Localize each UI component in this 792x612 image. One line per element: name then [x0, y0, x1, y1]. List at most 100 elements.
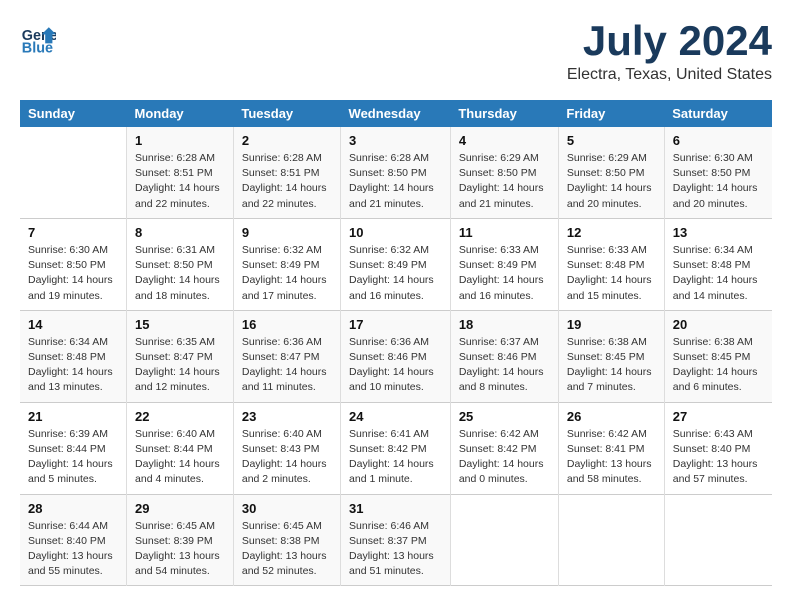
day-number: 31	[349, 501, 442, 516]
day-info: Sunrise: 6:42 AM Sunset: 8:41 PM Dayligh…	[567, 427, 656, 488]
day-header-sunday: Sunday	[20, 100, 127, 127]
day-number: 13	[673, 225, 764, 240]
day-info: Sunrise: 6:35 AM Sunset: 8:47 PM Dayligh…	[135, 335, 225, 396]
calendar-cell: 2 Sunrise: 6:28 AM Sunset: 8:51 PM Daylig…	[233, 127, 340, 218]
day-number: 18	[459, 317, 550, 332]
page-header: General Blue July 2024 Electra, Texas, U…	[20, 20, 772, 84]
day-info: Sunrise: 6:31 AM Sunset: 8:50 PM Dayligh…	[135, 243, 225, 304]
calendar-cell: 12 Sunrise: 6:33 AM Sunset: 8:48 PM Dayli…	[558, 218, 664, 310]
day-number: 5	[567, 133, 656, 148]
calendar-cell: 28Sunrise: 6:44 AM Sunset: 8:40 PM Dayli…	[20, 494, 127, 586]
day-info: Sunrise: 6:33 AM Sunset: 8:49 PM Dayligh…	[459, 243, 550, 304]
calendar-cell: 10 Sunrise: 6:32 AM Sunset: 8:49 PM Dayli…	[341, 218, 451, 310]
day-info: Sunrise: 6:28 AM Sunset: 8:51 PM Dayligh…	[242, 151, 332, 212]
calendar-cell: 29 Sunrise: 6:45 AM Sunset: 8:39 PM Dayli…	[127, 494, 234, 586]
day-number: 20	[673, 317, 764, 332]
day-number: 29	[135, 501, 225, 516]
calendar-week-row: 21 Sunrise: 6:39 AM Sunset: 8:44 PM Dayli…	[20, 402, 772, 494]
day-number: 7	[28, 225, 118, 240]
calendar-cell: 5 Sunrise: 6:29 AM Sunset: 8:50 PM Daylig…	[558, 127, 664, 218]
calendar-cell: 20Sunrise: 6:38 AM Sunset: 8:45 PM Dayli…	[664, 310, 772, 402]
calendar-week-row: 14Sunrise: 6:34 AM Sunset: 8:48 PM Dayli…	[20, 310, 772, 402]
day-header-wednesday: Wednesday	[341, 100, 451, 127]
day-info: Sunrise: 6:30 AM Sunset: 8:50 PM Dayligh…	[28, 243, 118, 304]
day-number: 2	[242, 133, 332, 148]
calendar-cell: 14Sunrise: 6:34 AM Sunset: 8:48 PM Dayli…	[20, 310, 127, 402]
day-info: Sunrise: 6:45 AM Sunset: 8:39 PM Dayligh…	[135, 519, 225, 580]
calendar-week-row: 1 Sunrise: 6:28 AM Sunset: 8:51 PM Daylig…	[20, 127, 772, 218]
day-info: Sunrise: 6:29 AM Sunset: 8:50 PM Dayligh…	[459, 151, 550, 212]
day-number: 12	[567, 225, 656, 240]
day-number: 6	[673, 133, 764, 148]
day-header-monday: Monday	[127, 100, 234, 127]
day-number: 3	[349, 133, 442, 148]
day-number: 1	[135, 133, 225, 148]
day-number: 16	[242, 317, 332, 332]
day-number: 28	[28, 501, 118, 516]
day-info: Sunrise: 6:45 AM Sunset: 8:38 PM Dayligh…	[242, 519, 332, 580]
day-number: 23	[242, 409, 332, 424]
calendar-cell: 23 Sunrise: 6:40 AM Sunset: 8:43 PM Dayli…	[233, 402, 340, 494]
day-number: 25	[459, 409, 550, 424]
day-number: 24	[349, 409, 442, 424]
day-info: Sunrise: 6:41 AM Sunset: 8:42 PM Dayligh…	[349, 427, 442, 488]
day-info: Sunrise: 6:39 AM Sunset: 8:44 PM Dayligh…	[28, 427, 118, 488]
day-info: Sunrise: 6:32 AM Sunset: 8:49 PM Dayligh…	[242, 243, 332, 304]
calendar-cell: 16Sunrise: 6:36 AM Sunset: 8:47 PM Dayli…	[233, 310, 340, 402]
calendar-cell: 7 Sunrise: 6:30 AM Sunset: 8:50 PM Daylig…	[20, 218, 127, 310]
calendar-cell: 11 Sunrise: 6:33 AM Sunset: 8:49 PM Dayli…	[450, 218, 558, 310]
calendar-cell: 15 Sunrise: 6:35 AM Sunset: 8:47 PM Dayli…	[127, 310, 234, 402]
calendar-cell: 24 Sunrise: 6:41 AM Sunset: 8:42 PM Dayli…	[341, 402, 451, 494]
calendar-cell	[664, 494, 772, 586]
day-info: Sunrise: 6:30 AM Sunset: 8:50 PM Dayligh…	[673, 151, 764, 212]
calendar-week-row: 28Sunrise: 6:44 AM Sunset: 8:40 PM Dayli…	[20, 494, 772, 586]
day-info: Sunrise: 6:40 AM Sunset: 8:44 PM Dayligh…	[135, 427, 225, 488]
day-info: Sunrise: 6:37 AM Sunset: 8:46 PM Dayligh…	[459, 335, 550, 396]
calendar-cell: 18 Sunrise: 6:37 AM Sunset: 8:46 PM Dayli…	[450, 310, 558, 402]
month-title: July 2024	[567, 20, 772, 62]
calendar-cell: 25 Sunrise: 6:42 AM Sunset: 8:42 PM Dayli…	[450, 402, 558, 494]
calendar-cell	[450, 494, 558, 586]
day-info: Sunrise: 6:33 AM Sunset: 8:48 PM Dayligh…	[567, 243, 656, 304]
calendar-cell: 6 Sunrise: 6:30 AM Sunset: 8:50 PM Daylig…	[664, 127, 772, 218]
day-info: Sunrise: 6:40 AM Sunset: 8:43 PM Dayligh…	[242, 427, 332, 488]
day-info: Sunrise: 6:46 AM Sunset: 8:37 PM Dayligh…	[349, 519, 442, 580]
logo: General Blue	[20, 20, 56, 56]
calendar-cell: 31 Sunrise: 6:46 AM Sunset: 8:37 PM Dayli…	[341, 494, 451, 586]
day-number: 10	[349, 225, 442, 240]
day-number: 4	[459, 133, 550, 148]
day-info: Sunrise: 6:34 AM Sunset: 8:48 PM Dayligh…	[28, 335, 118, 396]
day-number: 27	[673, 409, 764, 424]
day-number: 8	[135, 225, 225, 240]
calendar-cell: 3 Sunrise: 6:28 AM Sunset: 8:50 PM Daylig…	[341, 127, 451, 218]
day-number: 9	[242, 225, 332, 240]
calendar-cell: 13Sunrise: 6:34 AM Sunset: 8:48 PM Dayli…	[664, 218, 772, 310]
day-header-saturday: Saturday	[664, 100, 772, 127]
calendar-cell: 26 Sunrise: 6:42 AM Sunset: 8:41 PM Dayli…	[558, 402, 664, 494]
day-info: Sunrise: 6:32 AM Sunset: 8:49 PM Dayligh…	[349, 243, 442, 304]
location: Electra, Texas, United States	[567, 66, 772, 84]
calendar-cell: 4 Sunrise: 6:29 AM Sunset: 8:50 PM Daylig…	[450, 127, 558, 218]
day-number: 17	[349, 317, 442, 332]
day-number: 15	[135, 317, 225, 332]
calendar-header-row: SundayMondayTuesdayWednesdayThursdayFrid…	[20, 100, 772, 127]
day-info: Sunrise: 6:42 AM Sunset: 8:42 PM Dayligh…	[459, 427, 550, 488]
calendar-cell: 21 Sunrise: 6:39 AM Sunset: 8:44 PM Dayli…	[20, 402, 127, 494]
day-number: 26	[567, 409, 656, 424]
day-number: 19	[567, 317, 656, 332]
calendar-cell: 17 Sunrise: 6:36 AM Sunset: 8:46 PM Dayli…	[341, 310, 451, 402]
day-info: Sunrise: 6:28 AM Sunset: 8:50 PM Dayligh…	[349, 151, 442, 212]
day-info: Sunrise: 6:28 AM Sunset: 8:51 PM Dayligh…	[135, 151, 225, 212]
day-header-tuesday: Tuesday	[233, 100, 340, 127]
day-number: 11	[459, 225, 550, 240]
day-info: Sunrise: 6:29 AM Sunset: 8:50 PM Dayligh…	[567, 151, 656, 212]
calendar-table: SundayMondayTuesdayWednesdayThursdayFrid…	[20, 100, 772, 586]
day-info: Sunrise: 6:43 AM Sunset: 8:40 PM Dayligh…	[673, 427, 764, 488]
calendar-cell: 22 Sunrise: 6:40 AM Sunset: 8:44 PM Dayli…	[127, 402, 234, 494]
calendar-cell: 27 Sunrise: 6:43 AM Sunset: 8:40 PM Dayli…	[664, 402, 772, 494]
calendar-cell: 1 Sunrise: 6:28 AM Sunset: 8:51 PM Daylig…	[127, 127, 234, 218]
day-number: 22	[135, 409, 225, 424]
calendar-cell: 19Sunrise: 6:38 AM Sunset: 8:45 PM Dayli…	[558, 310, 664, 402]
day-info: Sunrise: 6:36 AM Sunset: 8:46 PM Dayligh…	[349, 335, 442, 396]
day-number: 21	[28, 409, 118, 424]
